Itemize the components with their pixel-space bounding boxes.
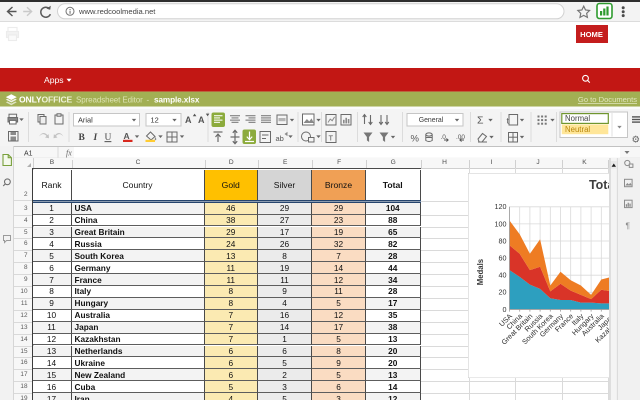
svg-text:www.redcoolmedia.net: www.redcoolmedia.net — [78, 7, 156, 16]
svg-text:T: T — [329, 133, 334, 142]
svg-text:¶: ¶ — [625, 220, 630, 230]
svg-text:A: A — [198, 115, 205, 125]
svg-text:Σ: Σ — [477, 114, 484, 126]
svg-text:I: I — [93, 133, 98, 143]
svg-text:U: U — [105, 133, 112, 143]
svg-text:Medals: Medals — [476, 258, 485, 285]
svg-text:A1: A1 — [24, 150, 33, 157]
svg-text:A: A — [185, 115, 192, 125]
svg-text:Spreadsheet Editor: Spreadsheet Editor — [76, 96, 143, 105]
svg-text:sample.xlsx: sample.xlsx — [154, 96, 200, 105]
svg-text:Apps: Apps — [44, 75, 64, 85]
svg-text:20: 20 — [498, 288, 506, 297]
svg-text:60: 60 — [498, 253, 506, 262]
svg-text:-: - — [147, 96, 150, 105]
svg-text:80: 80 — [498, 236, 506, 245]
svg-text:Total medals: Total medals — [588, 178, 609, 192]
svg-text:ONLYOFFICE: ONLYOFFICE — [19, 95, 73, 105]
svg-text:Neutral: Neutral — [565, 125, 590, 134]
svg-text:Go to Documents: Go to Documents — [578, 95, 637, 104]
svg-text:120: 120 — [494, 202, 506, 211]
svg-text:100: 100 — [494, 219, 506, 228]
svg-text:A: A — [124, 131, 130, 141]
svg-text:General: General — [419, 117, 444, 124]
svg-text:⚙: ⚙ — [632, 134, 640, 145]
svg-text:12: 12 — [151, 115, 159, 124]
svg-text:ab: ab — [276, 134, 284, 143]
svg-text:Arial: Arial — [78, 115, 93, 124]
svg-text:fx: fx — [66, 148, 72, 157]
svg-text:%: % — [411, 133, 420, 144]
svg-text:B: B — [79, 133, 86, 143]
svg-text:Normal: Normal — [565, 114, 590, 123]
svg-text:40: 40 — [498, 270, 506, 279]
